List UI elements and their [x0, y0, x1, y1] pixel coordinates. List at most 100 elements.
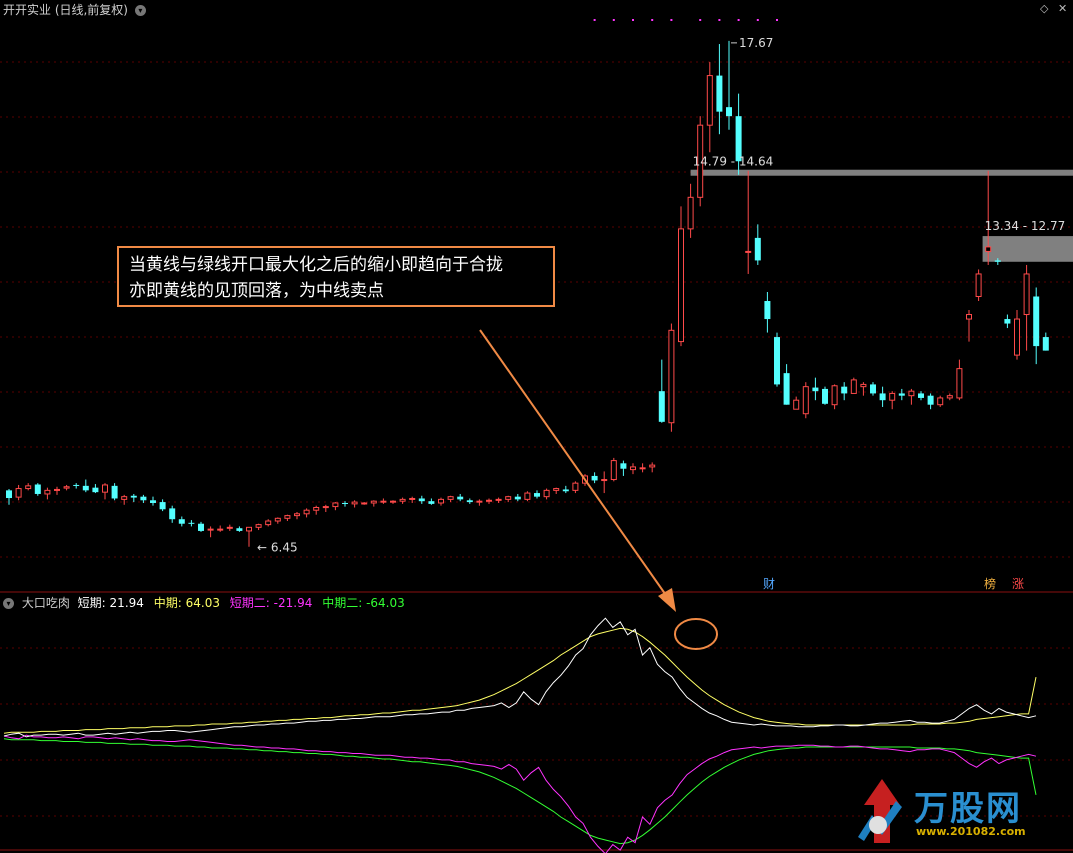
- candle-body: [764, 301, 771, 320]
- candle-body: [687, 196, 694, 230]
- signal-dot: [670, 19, 673, 21]
- candle-body: [274, 517, 281, 522]
- candle-body: [505, 496, 512, 500]
- signal-dot: [651, 19, 654, 21]
- candle-body: [447, 496, 454, 500]
- candle-body: [649, 464, 656, 468]
- candle-body: [246, 526, 252, 532]
- candle-body: [937, 397, 944, 406]
- candle-body: [994, 260, 1001, 262]
- candle-body: [706, 75, 713, 126]
- indicator-mid2: 中期二: -64.03: [322, 596, 405, 610]
- candle-body: [370, 500, 377, 504]
- band1-label: 14.79 - 14.64: [693, 155, 774, 169]
- candle-body: [236, 528, 243, 531]
- candle-body: [658, 391, 665, 422]
- candle-body: [879, 393, 886, 401]
- signal-dot: [737, 19, 740, 21]
- candle-body: [34, 484, 41, 494]
- candle-body: [476, 500, 483, 503]
- candle-body: [860, 383, 867, 388]
- candle-body: [1014, 318, 1020, 356]
- candle-body: [399, 498, 406, 502]
- candle-body: [927, 395, 934, 405]
- candle-body: [486, 499, 492, 502]
- signal-dot: [593, 19, 596, 21]
- candle-body: [92, 487, 99, 493]
- candle-body: [524, 492, 531, 500]
- candle-body: [956, 368, 963, 399]
- candle-body: [140, 496, 147, 501]
- rise-marker: 涨: [1012, 576, 1024, 591]
- resistance-band-2: [982, 236, 1073, 262]
- close-icon[interactable]: ✕: [1058, 2, 1067, 15]
- candle-body: [601, 479, 608, 482]
- indicator-short2: 短期二: -21.94: [229, 596, 313, 610]
- candle-body: [188, 522, 195, 524]
- candle-body: [313, 506, 320, 511]
- diamond-icon[interactable]: ◇: [1040, 2, 1048, 15]
- chevron-down-icon[interactable]: ▾: [134, 5, 146, 16]
- candle-body: [898, 393, 905, 396]
- band2-label: 13.34 - 12.77: [985, 219, 1066, 233]
- indicator-mid: 中期: 64.03: [153, 596, 220, 610]
- candle-body: [543, 489, 550, 498]
- site-logo: 万股网 www.201082.com: [852, 775, 1052, 845]
- indicator-name: 大口吃肉: [21, 596, 70, 610]
- signal-dot: [776, 19, 778, 21]
- low-price-label: ← 6.45: [257, 541, 298, 555]
- annotation-box: 当黄线与绿线开口最大化之后的缩小即趋向于合拢 亦即黄线的见顶回落，为中线卖点: [117, 246, 555, 307]
- chart-stage[interactable]: 17.67 ← 6.45 14.79 - 14.64 13.34 - 12.77 财 榜 涨…: [0, 0, 1073, 853]
- candle-body: [754, 237, 761, 261]
- short-line: [3, 617, 1037, 738]
- chart-header: 开开实业 (日线,前复权) ▾: [3, 1, 146, 18]
- candle-body: [966, 314, 972, 320]
- high-price-label: 17.67: [739, 36, 773, 50]
- candle-body: [418, 498, 425, 502]
- candle-body: [1033, 296, 1040, 347]
- candle-body: [716, 75, 723, 112]
- candle-body: [217, 528, 224, 531]
- candle-body: [342, 502, 348, 504]
- candle-body: [610, 460, 617, 481]
- peak-highlight-circle: [674, 618, 718, 650]
- candle-body: [841, 386, 848, 394]
- annotation-line-1: 当黄线与绿线开口最大化之后的缩小即趋向于合拢: [129, 255, 503, 275]
- candle-body: [303, 509, 310, 515]
- signal-dot: [718, 19, 721, 21]
- stock-title: 开开实业 (日线,前复权): [3, 3, 128, 17]
- candle-body: [102, 484, 108, 493]
- indicator-short: 短期: 21.94: [77, 596, 144, 610]
- candle-body: [82, 485, 89, 491]
- candle-body: [178, 519, 185, 524]
- annotation-line-2: 亦即黄线的见顶回落，为中线卖点: [129, 281, 384, 301]
- annotation-arrow-line: [479, 329, 669, 599]
- candle-body: [495, 498, 502, 501]
- logo-text: 万股网: [914, 789, 1022, 829]
- candle-body: [54, 488, 60, 491]
- candlestick-chart[interactable]: 17.67 ← 6.45 14.79 - 14.64 13.34 - 12.77 财 榜 涨: [0, 0, 1073, 853]
- mid-line: [3, 627, 1037, 734]
- candle-body: [73, 484, 80, 486]
- candle-body: [850, 379, 857, 394]
- candle-body: [6, 490, 12, 499]
- candle-body: [812, 387, 819, 392]
- candle-body: [870, 384, 876, 394]
- candle-body: [322, 506, 329, 509]
- candle-body: [150, 500, 156, 503]
- rank-marker: 榜: [984, 576, 996, 591]
- chevron-down-icon[interactable]: ▾: [3, 598, 14, 609]
- candle-body: [63, 486, 70, 489]
- logo-arrow-icon: [858, 779, 902, 843]
- candle-body: [361, 502, 368, 505]
- candle-body: [553, 488, 560, 491]
- candle-body: [918, 393, 924, 398]
- candle-body: [1004, 319, 1011, 324]
- signal-dot: [612, 19, 615, 21]
- candle-body: [121, 496, 128, 500]
- candle-body: [562, 489, 569, 492]
- candle-body: [284, 515, 291, 519]
- candle-body: [390, 500, 396, 503]
- candle-body: [1023, 273, 1030, 316]
- signal-dot: [699, 19, 702, 21]
